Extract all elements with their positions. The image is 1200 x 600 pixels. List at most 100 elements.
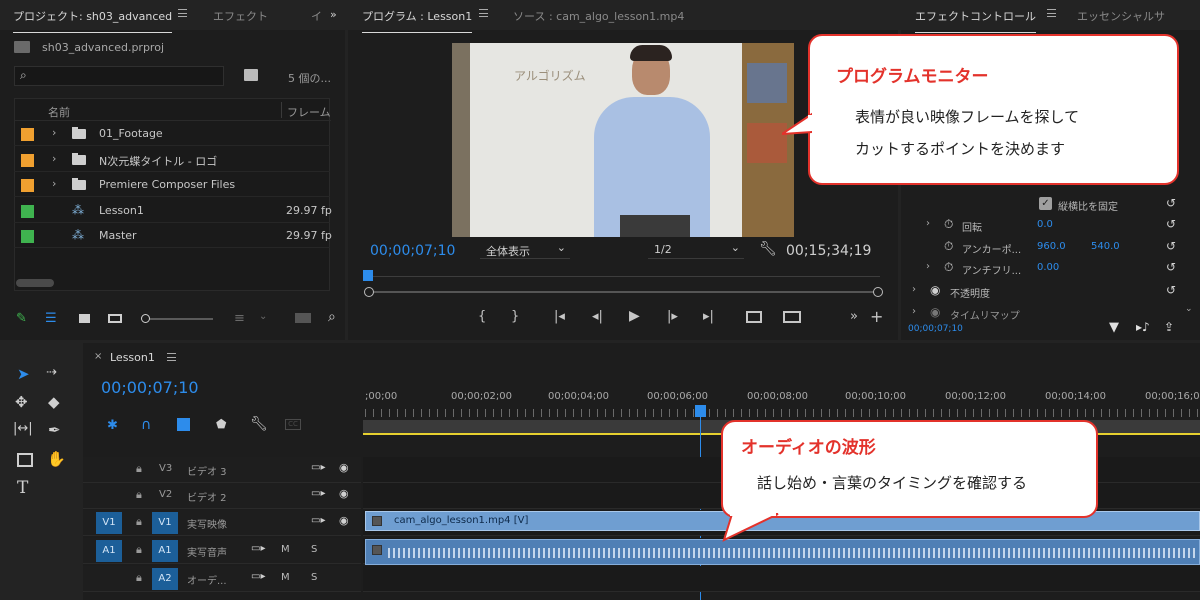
lock-icon[interactable]: 🔒︎: [136, 543, 142, 557]
sort-icon[interactable]: ≡: [234, 311, 245, 326]
snap-icon[interactable]: ∩: [141, 417, 151, 433]
project-list-item[interactable]: ⁂ Lesson1 29.97 fp: [14, 198, 332, 223]
effect-controls-menu-icon[interactable]: [1047, 9, 1056, 17]
reset-icon[interactable]: ↺: [1166, 196, 1176, 210]
sync-lock-icon[interactable]: ▭▸: [311, 462, 325, 473]
go-to-in-button[interactable]: |◂: [554, 309, 565, 324]
tab-source[interactable]: ソース : cam_algo_lesson1.mp4: [513, 8, 684, 24]
tab-project[interactable]: プロジェクト: sh03_advanced: [13, 8, 173, 33]
icon-view-icon[interactable]: [79, 314, 90, 323]
tab-info[interactable]: イ: [311, 8, 322, 24]
zoom-slider-handle[interactable]: [141, 314, 150, 323]
track-header-a1[interactable]: A1 🔒︎ A1 実写音声 ▭▸ M S: [83, 538, 361, 564]
lock-icon[interactable]: 🔒︎: [136, 571, 142, 585]
program-timecode[interactable]: 00;00;07;10: [370, 243, 455, 259]
tab-effect-controls[interactable]: エフェクトコントロール: [915, 8, 1036, 33]
go-to-out-button[interactable]: ▸|: [703, 309, 714, 324]
zoom-slider[interactable]: [145, 318, 213, 320]
selection-tool-icon[interactable]: ➤: [17, 365, 30, 383]
freeform-view-icon[interactable]: [108, 314, 122, 323]
rectangle-tool-icon[interactable]: [17, 453, 33, 467]
track-header-a2[interactable]: 🔒︎ A2 オーデ... ▭▸ M S: [83, 566, 361, 592]
mark-in-button[interactable]: {: [478, 309, 486, 324]
expand-chevron-icon[interactable]: ›: [912, 284, 916, 295]
close-icon[interactable]: ×: [94, 351, 102, 362]
pencil-icon[interactable]: ✎: [16, 311, 27, 326]
expand-chevron-icon[interactable]: ›: [912, 306, 916, 317]
rotation-value[interactable]: 0.0: [1037, 219, 1053, 230]
fit-dropdown[interactable]: 全体表示 ⌄: [480, 241, 570, 259]
ripple-edit-tool-icon[interactable]: ✥: [15, 393, 28, 411]
label-color-swatch[interactable]: [21, 179, 34, 192]
eye-icon[interactable]: ◉: [339, 461, 349, 474]
stopwatch-icon[interactable]: ⏱: [944, 217, 953, 232]
track-header-v1[interactable]: V1 🔒︎ V1 実写映像 ▭▸ ◉: [83, 510, 361, 536]
column-divider[interactable]: [281, 102, 282, 118]
razor-tool-icon[interactable]: ◆: [48, 393, 60, 411]
track-select-tool-icon[interactable]: ⇢: [46, 365, 57, 380]
eye-icon[interactable]: ◉: [339, 514, 349, 527]
lift-button[interactable]: [746, 311, 762, 323]
eye-icon[interactable]: ◉: [930, 283, 940, 297]
expand-chevron-icon[interactable]: ›: [52, 177, 56, 190]
lock-icon[interactable]: 🔒︎: [136, 462, 142, 476]
video-frame[interactable]: アルゴリズム: [452, 43, 794, 237]
extract-button[interactable]: [783, 311, 801, 323]
flicker-value[interactable]: 0.00: [1037, 262, 1059, 273]
scrub-end-handle[interactable]: [873, 287, 883, 297]
label-color-swatch[interactable]: [21, 204, 34, 218]
lock-icon[interactable]: 🔒︎: [136, 488, 142, 502]
anchor-x-value[interactable]: 960.0: [1037, 241, 1066, 252]
play-button[interactable]: ▶: [629, 308, 640, 324]
source-patch-v1[interactable]: V1: [96, 512, 122, 534]
reset-icon[interactable]: ↺: [1166, 283, 1176, 297]
track-target[interactable]: V3: [159, 463, 172, 474]
expand-chevron-icon[interactable]: ›: [52, 126, 56, 139]
label-color-swatch[interactable]: [21, 153, 34, 167]
filter-icon[interactable]: ▼: [1109, 320, 1119, 335]
mini-playhead[interactable]: [363, 270, 373, 281]
step-forward-button[interactable]: |▸: [667, 309, 678, 324]
find-icon[interactable]: ⌕: [328, 309, 336, 325]
hand-tool-icon[interactable]: ✋: [47, 450, 66, 468]
checkbox-icon[interactable]: ✓: [1039, 197, 1052, 210]
sequence-menu-icon[interactable]: [167, 353, 176, 361]
solo-button[interactable]: S: [311, 544, 317, 555]
list-view-icon[interactable]: ☰: [45, 311, 57, 326]
tab-essential[interactable]: エッセンシャルサ: [1077, 8, 1165, 24]
sort-dropdown-icon[interactable]: ⌄: [259, 311, 267, 322]
track-target[interactable]: A1: [152, 540, 178, 562]
lock-icon[interactable]: 🔒︎: [136, 515, 142, 529]
reset-icon[interactable]: ↺: [1166, 217, 1176, 231]
play-audio-icon[interactable]: ▸♪: [1136, 320, 1150, 334]
stopwatch-icon[interactable]: ⏱: [944, 260, 953, 275]
expand-chevron-icon[interactable]: ›: [52, 152, 56, 165]
track-header-v3[interactable]: 🔒︎ V3 ビデオ 3 ▭▸ ◉: [83, 457, 361, 483]
reset-icon[interactable]: ↺: [1166, 260, 1176, 274]
add-button[interactable]: +: [870, 307, 883, 326]
track-header-v2[interactable]: 🔒︎ V2 ビデオ 2 ▭▸ ◉: [83, 483, 361, 509]
sync-lock-icon[interactable]: ▭▸: [311, 515, 325, 526]
nest-icon[interactable]: ✱: [107, 418, 118, 433]
pen-tool-icon[interactable]: ✒: [48, 421, 61, 439]
tab-sequence[interactable]: Lesson1: [110, 351, 155, 364]
project-list-item[interactable]: ⁂ Master 29.97 fp: [14, 223, 332, 248]
automate-icon[interactable]: [295, 313, 311, 323]
label-color-swatch[interactable]: [21, 230, 34, 243]
resolution-dropdown[interactable]: 1/2 ⌄: [648, 241, 744, 259]
export-icon[interactable]: ⇪: [1164, 320, 1174, 334]
mark-out-button[interactable]: }: [511, 309, 519, 324]
project-list-item[interactable]: › Premiere Composer Files: [14, 172, 330, 197]
sync-lock-icon[interactable]: ▭▸: [251, 571, 265, 582]
audio-clip[interactable]: [365, 539, 1200, 565]
track-target[interactable]: V1: [152, 512, 178, 534]
source-patch-a1[interactable]: A1: [96, 540, 122, 562]
timeline-timecode[interactable]: 00;00;07;10: [101, 378, 199, 397]
eye-icon[interactable]: ◉: [930, 305, 940, 319]
project-list-item[interactable]: › 01_Footage: [14, 121, 330, 146]
timeline-settings-icon[interactable]: 🔧︎: [250, 416, 268, 432]
scrub-bar[interactable]: [370, 291, 878, 293]
track-lane[interactable]: [363, 566, 1200, 592]
program-menu-icon[interactable]: [479, 9, 488, 17]
add-marker-icon[interactable]: ⬟: [216, 417, 226, 431]
